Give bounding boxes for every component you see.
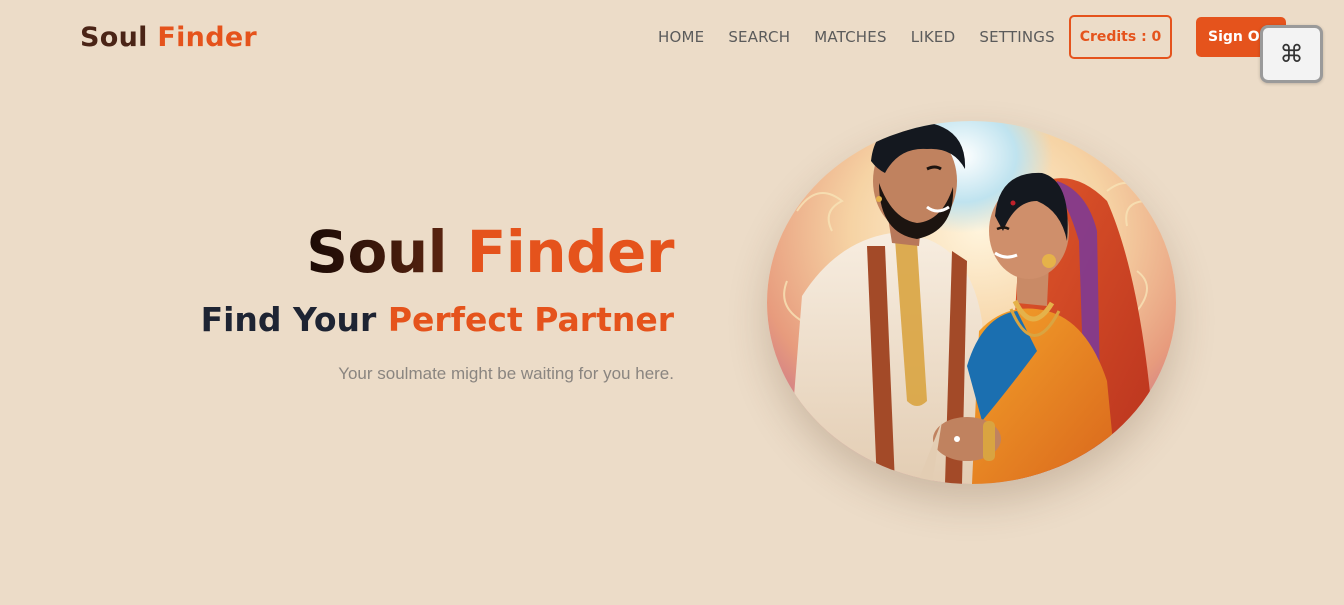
hero-title-word-finder: Finder [466, 218, 675, 286]
nav-link-liked[interactable]: LIKED [911, 28, 956, 46]
nav-link-matches[interactable]: MATCHES [814, 28, 886, 46]
hero-title-word-soul: Soul [306, 218, 448, 286]
page: Soul Finder HOME SEARCH MATCHES LIKED SE… [0, 0, 1344, 605]
hero-title: Soul Finder [306, 218, 674, 286]
credits-button[interactable]: Credits : 0 [1069, 15, 1172, 59]
couple-illustration-image [767, 121, 1176, 484]
nav-link-home[interactable]: HOME [658, 28, 704, 46]
hero-tagline: Your soulmate might be waiting for you h… [338, 364, 674, 383]
nav-link-search[interactable]: SEARCH [728, 28, 790, 46]
command-key-icon[interactable]: ⌘ [1260, 25, 1323, 83]
nav-link-settings[interactable]: SETTINGS [979, 28, 1054, 46]
main-nav: HOME SEARCH MATCHES LIKED SETTINGS [658, 28, 1079, 46]
hero-subtitle: Find Your Perfect Partner [201, 300, 674, 339]
logo-word-finder: Finder [157, 22, 258, 53]
hero-subtitle-part1: Find Your [200, 300, 377, 339]
site-logo[interactable]: Soul Finder [80, 22, 257, 53]
hero-subtitle-part2: Perfect Partner [387, 300, 674, 339]
logo-word-soul: Soul [80, 22, 148, 53]
